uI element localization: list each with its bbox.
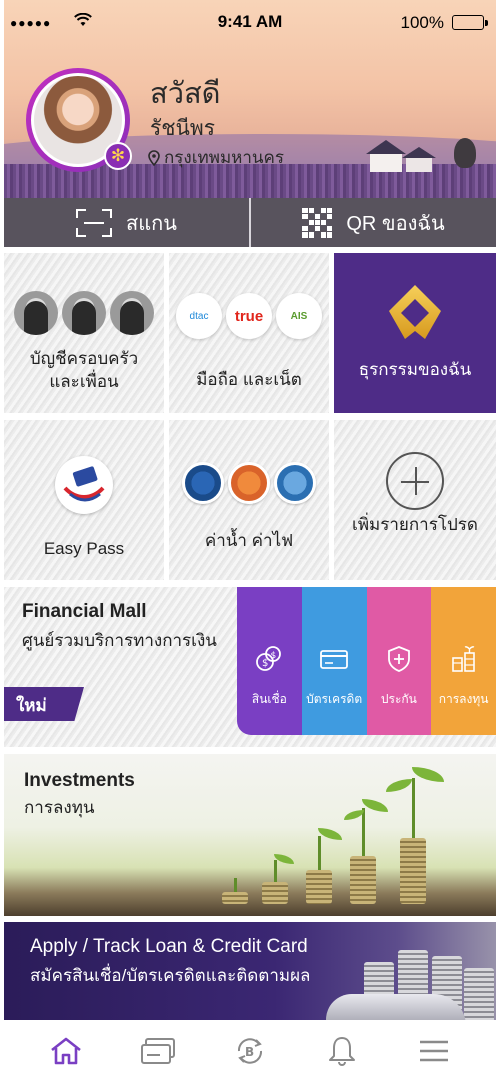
svg-text:B: B [245, 1045, 254, 1059]
easy-pass-logo-icon [55, 456, 113, 514]
tree-decoration [454, 138, 476, 168]
tile-label-line2: และเพื่อน [49, 372, 119, 391]
home-icon [51, 1037, 81, 1065]
flower-badge-icon: ✻ [104, 142, 132, 170]
financial-mall-title: Financial Mall [22, 601, 147, 622]
nav-accounts[interactable] [134, 1027, 182, 1075]
new-badge: ใหม่ [4, 687, 84, 721]
operator-logos: dtac true AIS [169, 293, 329, 339]
financial-mall-subtitle: ศูนย์รวมบริการทางการเงิน [22, 631, 217, 650]
coins-icon: $$ [256, 646, 282, 671]
card-icon [141, 1038, 175, 1064]
transfer-icon: B [237, 1038, 263, 1064]
category-label: บัตรเครดิต [306, 692, 363, 706]
electricity-authority-logo [228, 462, 270, 504]
tile-label: มือถือ และเน็ต [196, 370, 302, 389]
greeting-text: สวัสดี [150, 78, 221, 110]
loan-banner-subtitle: สมัครสินเชื่อ/บัตรเครดิตและติดตามผล [30, 966, 311, 985]
tile-mobile-internet[interactable]: dtac true AIS มือถือ และเน็ต [169, 253, 329, 413]
tile-label: ธุรกรรมของฉัน [358, 360, 472, 379]
category-label: ประกัน [380, 692, 417, 706]
category-loan[interactable]: $ $ สินเชื่อ [237, 587, 302, 735]
loan-banner-title: Apply / Track Loan & Credit Card [30, 936, 308, 957]
battery-icon [452, 15, 488, 30]
tile-label: บัญชีครอบครัว [29, 349, 139, 368]
nav-transfer[interactable]: B [226, 1027, 274, 1075]
family-photo-2 [62, 291, 106, 335]
tile-label: Easy Pass [43, 539, 125, 558]
tile-label: เพิ่มรายการโปรด [352, 515, 478, 534]
scan-label: สแกน [126, 212, 177, 235]
category-insurance[interactable]: ประกัน [366, 587, 432, 735]
nav-home[interactable] [42, 1027, 90, 1075]
dtac-logo: dtac [176, 293, 222, 339]
family-photo-3 [110, 291, 154, 335]
investments-banner[interactable]: Investments การลงทุน [4, 754, 496, 916]
investments-title: Investments [24, 770, 135, 791]
financial-mall-banner[interactable]: Financial Mall ศูนย์รวมบริการทางการเงิน … [4, 587, 496, 747]
user-name: รัชนีพร [150, 117, 216, 140]
water-authority-logo [182, 462, 224, 504]
scan-icon [76, 208, 113, 237]
location: กรุงเทพมหานคร [148, 144, 284, 171]
financial-mall-categories: $ $ สินเชื่อ บัตรเครดิต ประกัน การลงทุน [237, 587, 496, 735]
battery-percent: 100% [400, 13, 444, 32]
category-label: การลงทุน [438, 692, 489, 706]
svg-text:$: $ [262, 658, 268, 669]
category-label: สินเชื่อ [251, 692, 287, 706]
category-investment[interactable]: การลงทุน [431, 587, 496, 735]
family-photo-1 [14, 291, 58, 335]
house-decoration [360, 132, 450, 172]
tile-add-favorite[interactable]: เพิ่มรายการโปรด [334, 420, 496, 580]
provincial-waterworks-logo [274, 462, 316, 504]
status-bar: ●●●●● 9:41 AM 100% [0, 0, 500, 44]
location-text: กรุงเทพมหานคร [164, 148, 285, 167]
shield-icon [387, 646, 410, 672]
my-qr-label: QR ของฉัน [346, 212, 445, 235]
growth-coins-icon [451, 646, 475, 672]
menu-icon [420, 1040, 448, 1062]
family-photos [4, 291, 164, 335]
tile-label: ค่าน้ำ ค่าไฟ [204, 531, 294, 550]
bell-icon [329, 1037, 355, 1066]
credit-card-icon [320, 650, 349, 669]
investments-subtitle: การลงทุน [24, 798, 95, 817]
tile-easy-pass[interactable]: Easy Pass [4, 420, 164, 580]
loan-credit-card-banner[interactable]: Apply / Track Loan & Credit Card สมัครสิ… [4, 922, 496, 1020]
scan-button[interactable]: สแกน [4, 198, 249, 247]
nav-notifications[interactable] [318, 1027, 366, 1075]
utility-logos [169, 462, 329, 504]
tile-family-accounts[interactable]: บัญชีครอบครัว และเพื่อน [4, 253, 164, 413]
bank-logo-icon [389, 285, 441, 347]
tile-utility-bills[interactable]: ค่าน้ำ ค่าไฟ [169, 420, 329, 580]
svg-text:$: $ [271, 651, 277, 661]
category-credit-card[interactable]: บัตรเครดิต [301, 587, 367, 735]
tile-my-transactions[interactable]: ธุรกรรมของฉัน [334, 253, 496, 413]
true-logo: true [226, 293, 272, 339]
ais-logo: AIS [276, 293, 322, 339]
add-icon [386, 452, 444, 510]
nav-menu[interactable] [410, 1027, 458, 1075]
bottom-nav: B [0, 1020, 500, 1082]
scan-bar: สแกน QR ของฉัน [4, 198, 496, 247]
location-pin-icon [148, 149, 160, 166]
qr-code-icon [302, 207, 333, 238]
my-qr-button[interactable]: QR ของฉัน [251, 198, 496, 247]
